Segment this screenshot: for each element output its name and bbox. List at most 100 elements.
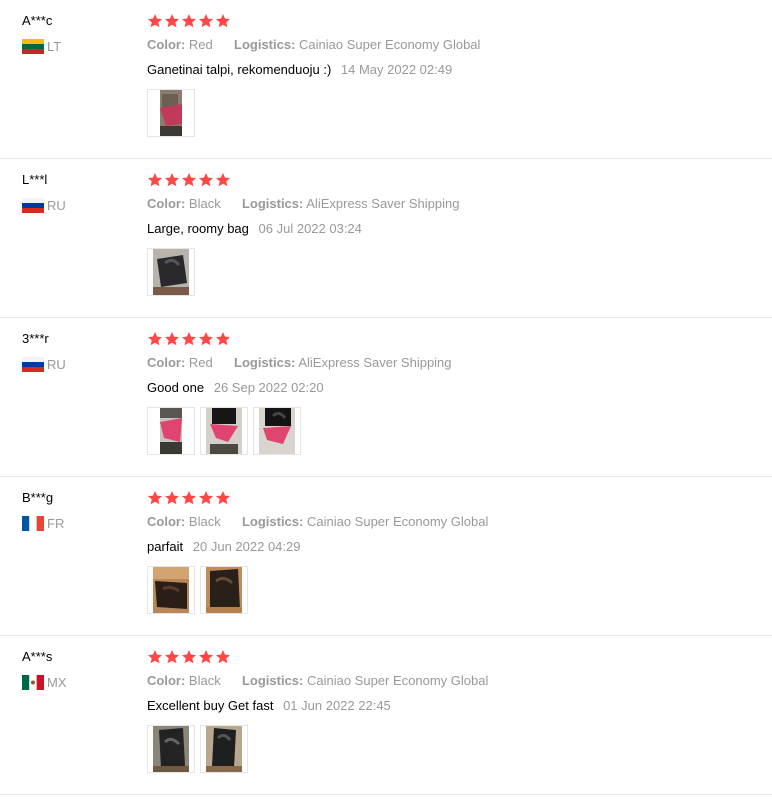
review-list: A***c LT Color: Red Logistics: Cainiao S… xyxy=(0,0,772,795)
color-value: Black xyxy=(188,673,221,688)
review-photos xyxy=(147,89,195,137)
review-photo-thumbnail[interactable] xyxy=(200,725,248,773)
star-icon xyxy=(198,13,214,29)
order-info: Color: Black Logistics: Cainiao Super Ec… xyxy=(147,514,488,529)
black-bag-photo xyxy=(206,567,242,613)
logistics-value: Cainiao Super Economy Global xyxy=(299,37,481,52)
review-photo-thumbnail[interactable] xyxy=(200,566,248,614)
star-icon xyxy=(164,490,180,506)
star-rating xyxy=(147,649,231,665)
color-value: Red xyxy=(188,355,213,370)
logistics-key: Logistics: xyxy=(241,196,304,211)
star-icon xyxy=(215,490,231,506)
color-key: Color: xyxy=(147,514,186,529)
review-item: B***g FR Color: Black Logistics: Cainiao… xyxy=(0,477,772,636)
reviewer-country: RU xyxy=(22,198,66,213)
review-date: 20 Jun 2022 04:29 xyxy=(192,539,301,554)
reviewer-name: 3***r xyxy=(22,331,49,346)
star-icon xyxy=(147,331,163,347)
logistics-value: Cainiao Super Economy Global xyxy=(306,514,489,529)
order-info: Color: Red Logistics: Cainiao Super Econ… xyxy=(147,37,480,52)
star-rating xyxy=(147,490,231,506)
star-rating xyxy=(147,13,231,29)
review-feedback: Excellent buy Get fast 01 Jun 2022 22:45 xyxy=(147,698,391,713)
black-bag-photo xyxy=(153,249,189,295)
review-photos xyxy=(147,566,248,614)
color-key: Color: xyxy=(147,355,186,370)
star-icon xyxy=(198,649,214,665)
star-icon xyxy=(181,172,197,188)
logistics-key: Logistics: xyxy=(241,673,304,688)
logistics-value: AliExpress Saver Shipping xyxy=(306,196,460,211)
review-photo-thumbnail[interactable] xyxy=(147,566,195,614)
review-text: parfait xyxy=(147,539,184,554)
order-info: Color: Black Logistics: AliExpress Saver… xyxy=(147,196,459,211)
logistics-value: AliExpress Saver Shipping xyxy=(298,355,452,370)
star-icon xyxy=(198,172,214,188)
star-icon xyxy=(164,172,180,188)
logistics-key: Logistics: xyxy=(241,514,304,529)
review-text: Large, roomy bag xyxy=(147,221,249,236)
review-photos xyxy=(147,407,301,455)
country-code: RU xyxy=(47,198,66,213)
review-photo-thumbnail[interactable] xyxy=(147,248,195,296)
country-code: RU xyxy=(47,357,66,372)
review-feedback: Good one 26 Sep 2022 02:20 xyxy=(147,380,324,395)
country-code: LT xyxy=(47,39,62,54)
review-feedback: Ganetinai talpi, rekomenduoju :) 14 May … xyxy=(147,62,452,77)
star-icon xyxy=(147,172,163,188)
review-item: L***l RU Color: Black Logistics: AliExpr… xyxy=(0,159,772,318)
review-photos xyxy=(147,725,248,773)
star-icon xyxy=(198,331,214,347)
star-icon xyxy=(164,13,180,29)
order-info: Color: Black Logistics: Cainiao Super Ec… xyxy=(147,673,488,688)
star-rating xyxy=(147,172,231,188)
logistics-key: Logistics: xyxy=(234,37,296,52)
color-value: Black xyxy=(188,514,221,529)
country-code: FR xyxy=(47,516,65,531)
reviewer-name: A***s xyxy=(22,649,53,664)
review-photo-thumbnail[interactable] xyxy=(147,407,195,455)
country-code: MX xyxy=(47,675,67,690)
review-text: Good one xyxy=(147,380,205,395)
reviewer-name: B***g xyxy=(22,490,54,505)
review-date: 01 Jun 2022 22:45 xyxy=(283,698,391,713)
red-bag-photo xyxy=(206,408,242,454)
black-bag-photo xyxy=(153,726,189,772)
star-icon xyxy=(164,331,180,347)
star-icon xyxy=(181,490,197,506)
star-icon xyxy=(215,172,231,188)
review-text: Ganetinai talpi, rekomenduoju :) xyxy=(147,62,332,77)
review-photos xyxy=(147,248,195,296)
red-bag-photo xyxy=(160,90,182,136)
review-photo-thumbnail[interactable] xyxy=(147,89,195,137)
red-bag-photo xyxy=(259,408,295,454)
review-date: 26 Sep 2022 02:20 xyxy=(213,380,324,395)
color-key: Color: xyxy=(147,37,186,52)
lithuania-flag-icon xyxy=(22,39,44,54)
review-feedback: Large, roomy bag 06 Jul 2022 03:24 xyxy=(147,221,362,236)
review-text: Excellent buy Get fast xyxy=(147,698,274,713)
reviewer-name: L***l xyxy=(22,172,48,187)
order-info: Color: Red Logistics: AliExpress Saver S… xyxy=(147,355,452,370)
black-bag-photo xyxy=(153,567,189,613)
russia-flag-icon xyxy=(22,357,44,372)
star-icon xyxy=(215,13,231,29)
review-date: 06 Jul 2022 03:24 xyxy=(258,221,362,236)
reviewer-country: FR xyxy=(22,516,64,531)
reviewer-country: RU xyxy=(22,357,66,372)
review-photo-thumbnail[interactable] xyxy=(200,407,248,455)
star-rating xyxy=(147,331,231,347)
mexico-flag-icon xyxy=(22,675,44,690)
black-bag-photo xyxy=(206,726,242,772)
star-icon xyxy=(147,490,163,506)
reviewer-country: MX xyxy=(22,675,67,690)
russia-flag-icon xyxy=(22,198,44,213)
review-photo-thumbnail[interactable] xyxy=(253,407,301,455)
red-bag-photo xyxy=(160,408,182,454)
review-item: A***s MX Color: Black Logistics: Cainiao… xyxy=(0,636,772,795)
star-icon xyxy=(164,649,180,665)
star-icon xyxy=(215,331,231,347)
review-photo-thumbnail[interactable] xyxy=(147,725,195,773)
color-key: Color: xyxy=(147,673,186,688)
